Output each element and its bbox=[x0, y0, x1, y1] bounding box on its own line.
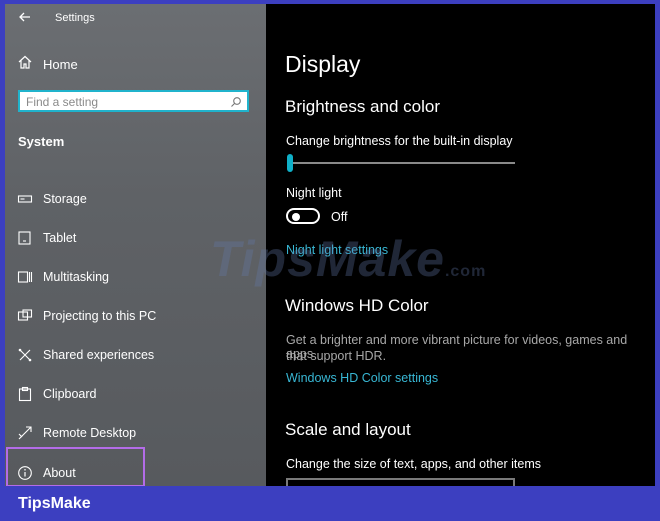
night-light-settings-link[interactable]: Night light settings bbox=[286, 243, 388, 257]
night-light-label: Night light bbox=[286, 186, 342, 200]
night-light-state: Off bbox=[331, 210, 348, 224]
sidebar-item-shared-experiences[interactable]: Shared experiences bbox=[17, 345, 154, 365]
sidebar-item-remote-desktop[interactable]: Remote Desktop bbox=[17, 423, 136, 443]
main-content: Display Brightness and color Change brig… bbox=[266, 4, 655, 486]
night-light-toggle[interactable] bbox=[286, 208, 320, 224]
info-icon bbox=[17, 465, 33, 481]
sidebar-item-tablet[interactable]: Tablet bbox=[17, 228, 76, 248]
scale-layout-heading: Scale and layout bbox=[285, 420, 411, 439]
title-bar: Settings bbox=[5, 4, 266, 32]
sidebar-item-label: Shared experiences bbox=[43, 348, 155, 362]
search-box[interactable] bbox=[18, 90, 249, 112]
sidebar-item-label: Projecting to this PC bbox=[43, 309, 157, 323]
app-title: Settings bbox=[55, 12, 95, 24]
tablet-icon bbox=[17, 230, 33, 246]
scale-size-label: Change the size of text, apps, and other… bbox=[286, 457, 542, 471]
storage-icon bbox=[17, 191, 33, 207]
sidebar-item-home[interactable]: Home bbox=[17, 54, 78, 74]
toggle-knob bbox=[292, 213, 300, 221]
brightness-slider-thumb[interactable] bbox=[287, 154, 293, 172]
brightness-heading: Brightness and color bbox=[285, 97, 440, 116]
remote-desktop-icon bbox=[17, 425, 33, 441]
hd-color-description-line2: that support HDR. bbox=[286, 349, 387, 363]
projecting-icon bbox=[17, 308, 33, 324]
sidebar-item-clipboard[interactable]: Clipboard bbox=[17, 384, 97, 404]
settings-window: Settings Home System Storage Tablet Mult… bbox=[5, 4, 655, 486]
sidebar-item-label: Remote Desktop bbox=[43, 426, 137, 440]
section-heading: System bbox=[18, 134, 65, 149]
clipboard-icon bbox=[17, 386, 33, 402]
sidebar-item-label: Tablet bbox=[43, 231, 77, 245]
home-icon bbox=[17, 54, 33, 75]
hd-color-heading: Windows HD Color bbox=[285, 296, 429, 315]
search-icon[interactable] bbox=[230, 95, 242, 107]
sidebar-item-projecting[interactable]: Projecting to this PC bbox=[17, 306, 156, 326]
page-title: Display bbox=[285, 51, 361, 77]
search-input[interactable] bbox=[26, 94, 226, 109]
sidebar-item-label: Storage bbox=[43, 192, 87, 206]
sidebar-item-label: Multitasking bbox=[43, 270, 109, 284]
brightness-label: Change brightness for the built-in displ… bbox=[286, 134, 513, 148]
multitasking-icon bbox=[17, 269, 33, 285]
hd-color-settings-link[interactable]: Windows HD Color settings bbox=[286, 371, 438, 385]
sidebar: Settings Home System Storage Tablet Mult… bbox=[5, 4, 266, 486]
shared-experiences-icon bbox=[17, 347, 33, 363]
sidebar-item-label: Clipboard bbox=[43, 387, 97, 401]
sidebar-item-multitasking[interactable]: Multitasking bbox=[17, 267, 109, 287]
sidebar-item-label: About bbox=[43, 466, 76, 480]
footer-brand: TipsMake bbox=[18, 495, 91, 512]
sidebar-item-storage[interactable]: Storage bbox=[17, 189, 87, 209]
scale-dropdown[interactable] bbox=[286, 478, 515, 486]
sidebar-item-about[interactable]: About bbox=[17, 463, 76, 483]
home-label: Home bbox=[43, 56, 78, 72]
brightness-slider[interactable] bbox=[287, 154, 515, 172]
back-arrow-icon[interactable] bbox=[17, 9, 33, 25]
